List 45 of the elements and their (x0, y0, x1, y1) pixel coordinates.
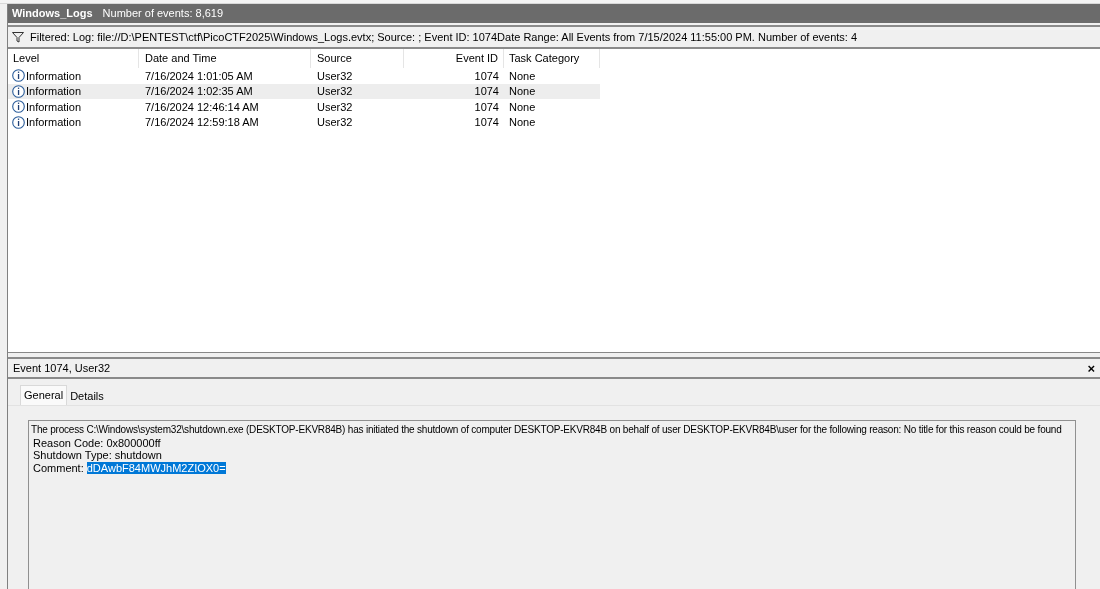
table-cell: None (509, 85, 536, 97)
table-cell-text: Information (26, 115, 82, 130)
column-header[interactable]: Level (8, 49, 139, 68)
table-cell: User32 (317, 85, 353, 97)
table-cell: None (509, 69, 536, 82)
table-cell: 7/16/2024 12:59:18 AM (145, 116, 259, 128)
info-icon (12, 100, 25, 114)
table-cell: 7/16/2024 1:01:05 AM (145, 69, 253, 82)
close-button[interactable]: × (1087, 361, 1095, 375)
comment-value: dDAwbF84MWJhM2ZIOX0= (86, 461, 226, 474)
comment-label: Comment: (33, 461, 84, 474)
column-header[interactable]: Task Category (504, 49, 600, 68)
table-cell: 1074 (474, 100, 499, 113)
filter-description: Filtered: Log: file://D:\PENTEST\ctf\PicoCTF2025\Windows_Logs.evtx; Source: ; Event ID: 1074Date Range: All Events from 7/15/2024 11:55:00 PM. Number of events: 4 (30, 29, 858, 45)
table-cell-text: Information (26, 84, 82, 99)
info-icon (12, 84, 25, 98)
event-row[interactable]: Information 7/16/2024 12:59:18 AM User32 1074 None (8, 114, 600, 130)
filter-icon (12, 31, 24, 43)
table-cell: 7/16/2024 1:02:35 AM (145, 85, 253, 97)
table-cell: User32 (317, 69, 353, 82)
event-row[interactable]: Information 7/16/2024 12:46:14 AM User32 1074 None (8, 99, 600, 115)
event-row[interactable]: Information 7/16/2024 1:02:35 AM User32 1074 None (8, 83, 600, 99)
event-message-line: Reason Code: 0x800000ff (32, 436, 161, 449)
table-cell: 1074 (474, 116, 499, 128)
log-title: Windows_Logs (12, 6, 93, 22)
table-cell: User32 (317, 116, 353, 128)
table-cell: None (509, 116, 536, 128)
info-icon (12, 115, 25, 129)
table-cell: 1074 (474, 69, 499, 82)
table-cell: 1074 (474, 85, 499, 97)
event-message-line: Shutdown Type: shutdown (32, 449, 162, 462)
table-cell-text: Information (26, 99, 82, 115)
column-header[interactable]: Event ID (404, 49, 504, 68)
info-icon (12, 69, 25, 83)
event-message-line: The process C:\Windows\system32\shutdown.exe (DESKTOP-EKVR84B) has initiated the shutdown of computer DESKTOP-EKVR84B on behalf of user DESKTOP-EKVR84B\user for the following reason: No title for this reason could be found (31, 424, 1062, 437)
table-cell-text: Information (26, 68, 82, 84)
table-cell: 7/16/2024 12:46:14 AM (145, 100, 259, 113)
table-cell: User32 (317, 100, 353, 113)
table-cell: None (509, 100, 536, 113)
column-header[interactable]: Source (311, 49, 404, 68)
column-header[interactable]: Date and Time (139, 49, 311, 68)
tab[interactable]: General (20, 385, 68, 405)
event-row[interactable]: Information 7/16/2024 1:01:05 AM User32 1074 None (8, 68, 600, 84)
event-title: Event 1074, User32 (13, 360, 111, 376)
event-count: Number of events: 8,619 (102, 6, 224, 22)
